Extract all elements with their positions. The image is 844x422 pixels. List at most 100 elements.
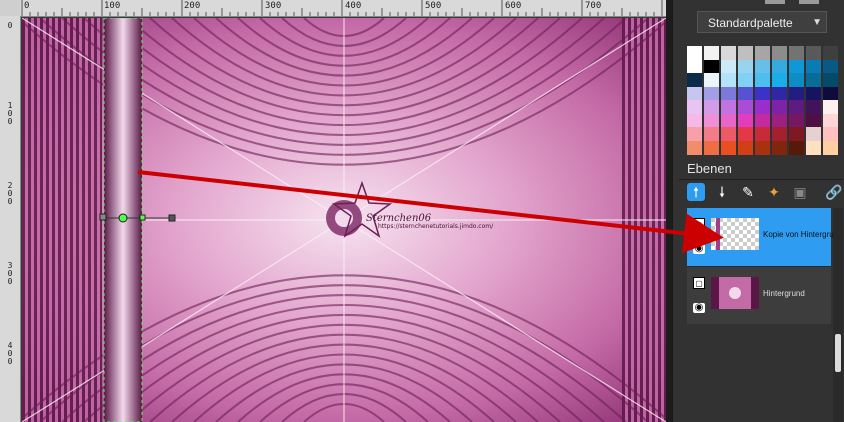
color-swatches [687,46,839,155]
color-swatch[interactable] [687,100,702,114]
color-swatch[interactable] [687,59,702,74]
new-vector-layer-icon[interactable]: 🠗 [713,183,731,201]
color-swatch[interactable] [738,127,753,141]
color-swatch[interactable] [704,140,719,155]
scrollbar-thumb[interactable] [835,334,841,372]
color-swatch[interactable] [738,46,753,60]
toolbar-button[interactable] [799,0,819,4]
color-swatch[interactable] [755,100,770,114]
eye-icon[interactable]: ◉ [693,244,705,254]
palette-select[interactable]: Standardpalette ▼ [697,11,827,33]
color-swatch[interactable] [721,100,736,114]
layers-scrollbar[interactable] [833,208,843,422]
color-swatch[interactable] [772,86,787,101]
delete-layer-icon[interactable]: ▣ [791,183,809,201]
color-swatch[interactable] [704,100,719,114]
color-swatch[interactable] [687,73,702,87]
color-swatch[interactable] [755,73,770,87]
color-swatch[interactable] [704,73,719,87]
color-swatch[interactable] [721,86,736,101]
color-swatch[interactable] [687,86,702,101]
color-swatch[interactable] [806,113,821,128]
color-swatch[interactable] [704,59,719,74]
color-swatch[interactable] [755,127,770,141]
color-swatch[interactable] [772,46,787,60]
color-swatch[interactable] [772,140,787,155]
color-swatch[interactable] [755,140,770,155]
color-swatch[interactable] [823,86,838,101]
color-swatch[interactable] [806,59,821,74]
color-swatch[interactable] [772,59,787,74]
color-swatch[interactable] [704,86,719,101]
color-swatch[interactable] [823,73,838,87]
color-swatch[interactable] [738,86,753,101]
color-swatch[interactable] [823,140,838,155]
color-swatch[interactable] [789,140,804,155]
ruler-label: 100 [7,101,13,126]
color-swatch[interactable] [738,113,753,128]
ruler-label: 200 [7,181,13,206]
color-swatch[interactable] [772,73,787,87]
color-swatch[interactable] [721,73,736,87]
color-swatch[interactable] [806,127,821,141]
vertical-ruler: 0 100 200 300 400 [0,16,21,422]
color-swatch[interactable] [721,113,736,128]
color-swatch[interactable] [755,113,770,128]
toolbar-button[interactable] [765,0,785,4]
color-swatch[interactable] [789,113,804,128]
color-swatch[interactable] [823,113,838,128]
color-swatch[interactable] [789,86,804,101]
color-swatch[interactable] [772,100,787,114]
right-panel: Standardpalette ▼ Ebenen 🠕 🠗 ✎ ✦ ▣ 🔗 ⧉ ◉ [672,0,844,422]
eye-icon[interactable]: ◉ [693,303,705,313]
color-swatch[interactable] [755,86,770,101]
color-swatch[interactable] [687,127,702,141]
new-raster-layer-icon[interactable]: 🠕 [687,183,705,201]
color-swatch[interactable] [704,127,719,141]
adjustment-layer-icon[interactable]: ✦ [765,183,783,201]
color-swatch[interactable] [704,46,719,60]
color-swatch[interactable] [772,127,787,141]
color-swatch[interactable] [823,46,838,60]
color-swatch[interactable] [687,113,702,128]
color-swatch[interactable] [721,127,736,141]
color-swatch[interactable] [823,127,838,141]
layer-row-selected[interactable]: ⧉ ◉ Kopie von Hintergrund [687,208,843,266]
mask-layer-icon[interactable]: ✎ [739,183,757,201]
document-image[interactable]: Sternchen06 https://sternchenetutorials.… [22,18,666,422]
color-swatch[interactable] [738,100,753,114]
color-swatch[interactable] [738,140,753,155]
color-swatch[interactable] [789,59,804,74]
color-swatch[interactable] [806,73,821,87]
color-swatch[interactable] [755,46,770,60]
color-swatch[interactable] [806,46,821,60]
color-swatch[interactable] [721,140,736,155]
color-swatch[interactable] [721,46,736,60]
layer-type-icon: ⧉ [693,218,705,230]
layers-panel-title: Ebenen [687,161,732,176]
color-swatch[interactable] [789,100,804,114]
color-swatch[interactable] [687,46,702,60]
chevron-down-icon: ▼ [812,17,822,28]
color-swatch[interactable] [789,73,804,87]
color-swatch[interactable] [806,86,821,101]
layer-row[interactable]: ▢ ◉ Hintergrund [687,266,831,324]
color-swatch[interactable] [704,113,719,128]
color-swatch[interactable] [738,73,753,87]
color-swatch[interactable] [738,59,753,74]
link-icon[interactable]: 🔗 [825,183,843,201]
color-swatch[interactable] [806,100,821,114]
palette-select-value: Standardpalette [708,16,793,30]
color-swatch[interactable] [721,59,736,74]
color-swatch[interactable] [789,46,804,60]
color-swatch[interactable] [772,113,787,128]
color-swatch[interactable] [687,140,702,155]
color-swatch[interactable] [789,127,804,141]
fractal-pattern: Sternchen06 https://sternchenetutorials.… [22,18,666,422]
color-swatch[interactable] [755,59,770,74]
color-swatch[interactable] [823,100,838,114]
watermark-url: https://sternchenetutorials.jimdo.com/ [378,223,494,230]
color-swatch[interactable] [806,140,821,155]
color-swatch[interactable] [823,59,838,74]
canvas-workspace[interactable]: 0 100 200 300 400 500 600 700 0 100 200 … [0,0,672,422]
